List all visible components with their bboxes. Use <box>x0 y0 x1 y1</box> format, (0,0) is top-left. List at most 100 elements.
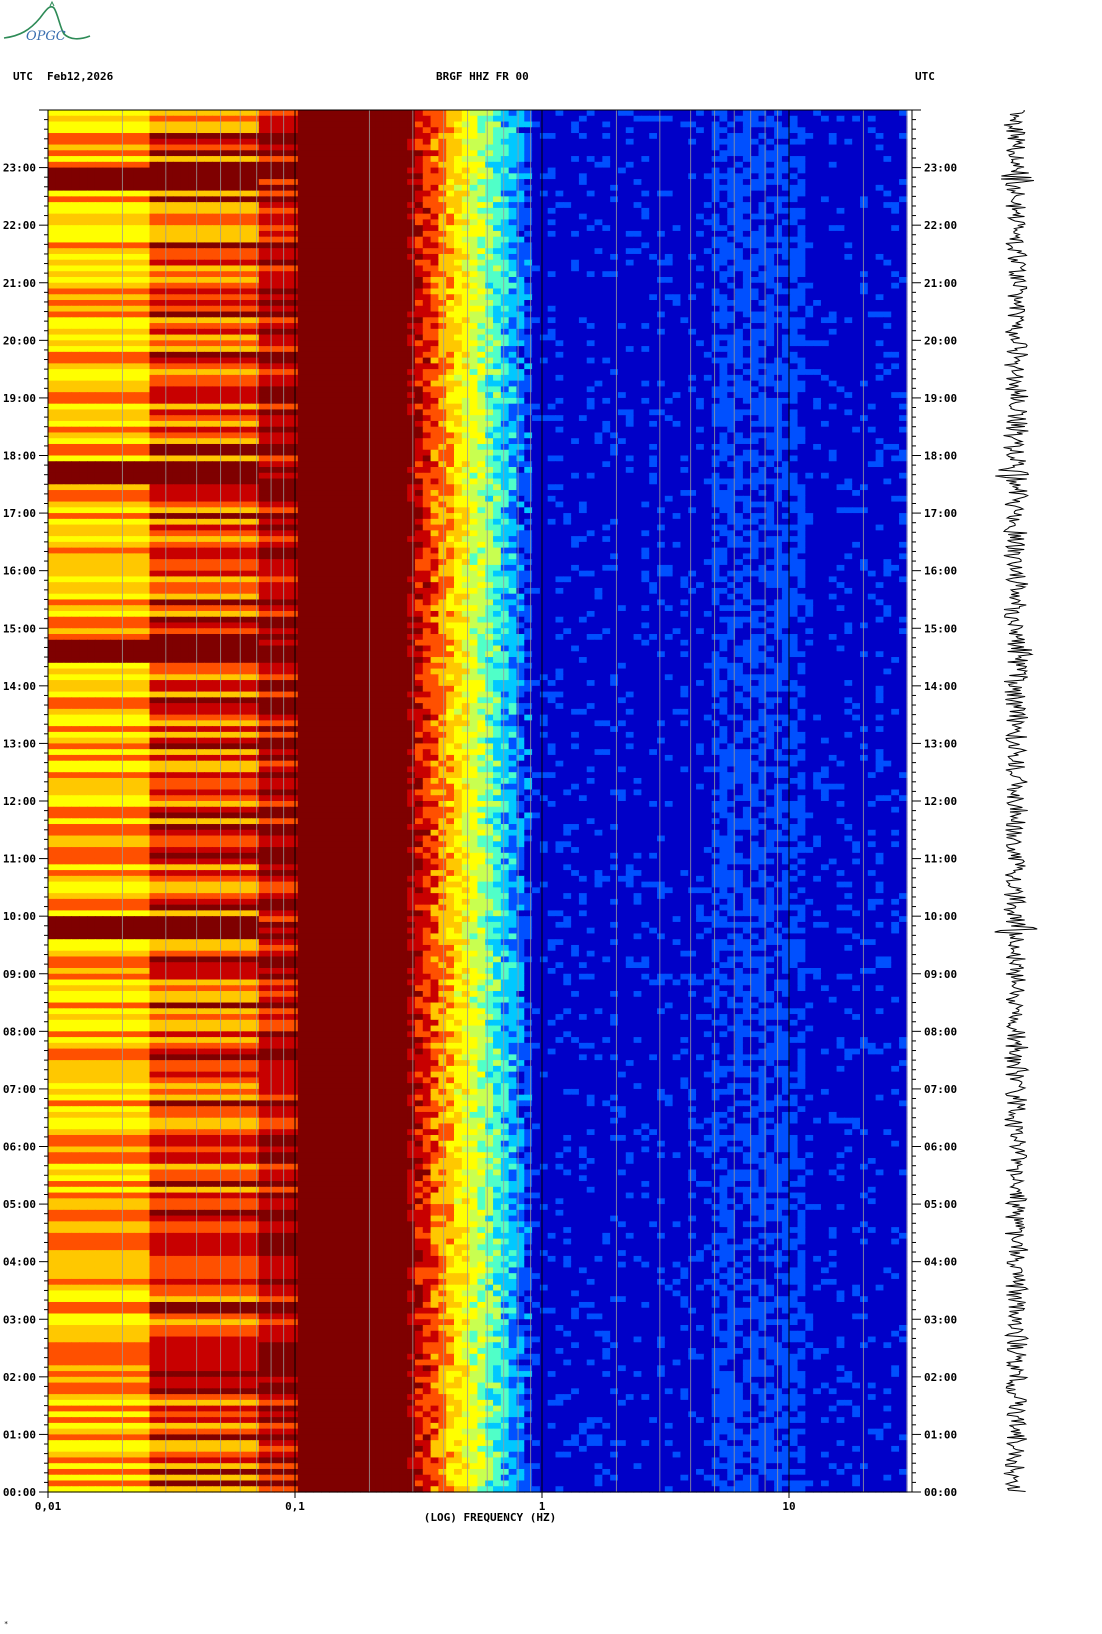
heatmap-cell <box>703 230 713 238</box>
heatmap-cell <box>321 317 330 324</box>
heatmap-cell <box>719 242 728 249</box>
heatmap-cell <box>258 253 268 261</box>
heatmap-cell <box>860 156 869 163</box>
heatmap-cell <box>774 276 783 284</box>
heatmap-cell <box>383 213 393 221</box>
heatmap-cell <box>883 179 892 186</box>
heatmap-cell <box>633 294 642 301</box>
heatmap-cell <box>500 253 510 261</box>
heatmap-cell <box>836 276 845 284</box>
heatmap-cell <box>860 305 869 313</box>
heatmap-cell <box>532 127 541 134</box>
heatmap-cell <box>563 225 572 232</box>
heatmap-cell <box>813 363 822 370</box>
heatmap-cell <box>243 110 252 117</box>
heatmap-cell <box>227 259 236 267</box>
heatmap-cell <box>836 363 845 370</box>
heatmap-cell <box>329 184 338 192</box>
heatmap-cell <box>594 225 603 232</box>
heatmap-cell <box>602 346 611 353</box>
heatmap-cell <box>243 253 252 261</box>
heatmap-cell <box>196 230 205 238</box>
heatmap-cell <box>329 127 338 134</box>
heatmap-cell <box>79 161 88 169</box>
heatmap-cell <box>352 282 361 290</box>
heatmap-cell <box>297 242 307 249</box>
heatmap-cell <box>493 271 502 278</box>
heatmap-cell <box>649 259 658 267</box>
heatmap-cell <box>297 115 307 123</box>
heatmap-cell <box>196 288 205 295</box>
heatmap-cell <box>336 219 346 226</box>
heatmap-cell <box>375 213 385 221</box>
heatmap-cell <box>750 219 760 226</box>
heatmap-cell <box>102 133 112 140</box>
heatmap-cell <box>539 248 549 255</box>
heatmap-cell <box>813 173 822 180</box>
heatmap-cell <box>797 300 806 307</box>
heatmap-cell <box>446 346 455 353</box>
heatmap-cell <box>820 259 830 267</box>
heatmap-cell <box>742 127 752 134</box>
heatmap-cell <box>204 213 213 221</box>
heatmap-cell <box>586 363 596 370</box>
heatmap-cell <box>672 179 682 186</box>
heatmap-cell <box>703 334 713 341</box>
heatmap-cell <box>352 230 361 238</box>
heatmap-cell <box>196 317 205 324</box>
heatmap-cell <box>172 236 182 244</box>
heatmap-cell <box>141 115 151 123</box>
heatmap-cell <box>508 144 518 151</box>
heatmap-cell <box>719 248 728 255</box>
heatmap-cell <box>94 305 104 313</box>
heatmap-cell <box>539 346 549 353</box>
heatmap-cell <box>563 305 572 313</box>
heatmap-cell <box>563 196 572 203</box>
heatmap-cell <box>696 110 705 117</box>
heatmap-cell <box>188 271 197 278</box>
heatmap-cell <box>321 138 330 146</box>
heatmap-cell <box>133 121 143 128</box>
heatmap-cell <box>602 288 611 295</box>
heatmap-cell <box>860 311 869 318</box>
heatmap-cell <box>696 248 705 255</box>
heatmap-cell <box>63 110 73 117</box>
heatmap-cell <box>532 207 541 215</box>
heatmap-cell <box>641 323 650 330</box>
heatmap-cell <box>235 282 244 290</box>
heatmap-cell <box>477 351 486 359</box>
heatmap-cell <box>758 282 767 290</box>
heatmap-cell <box>407 340 416 347</box>
heatmap-cell <box>454 276 463 284</box>
heatmap-cell <box>383 363 393 370</box>
heatmap-cell <box>719 144 728 151</box>
heatmap-cell <box>586 300 596 307</box>
heatmap-cell <box>375 161 385 169</box>
heatmap-cell <box>875 282 885 290</box>
heatmap-cell <box>680 328 689 336</box>
heatmap-cell <box>500 115 510 123</box>
heatmap-cell <box>297 127 307 134</box>
heatmap-cell <box>157 363 166 370</box>
heatmap-cell <box>102 127 112 134</box>
heatmap-cell <box>672 357 682 364</box>
heatmap-cell <box>493 202 502 209</box>
heatmap-cell <box>703 340 713 347</box>
heatmap-cell <box>469 357 479 364</box>
heatmap-cell <box>274 207 283 215</box>
heatmap-cell <box>352 369 361 376</box>
heatmap-cell <box>508 311 518 318</box>
heatmap-cell <box>836 236 845 244</box>
heatmap-cell <box>235 300 244 307</box>
heatmap-cell <box>500 346 510 353</box>
heatmap-cell <box>454 236 463 244</box>
heatmap-cell <box>87 288 96 295</box>
heatmap-cell <box>188 110 197 117</box>
heatmap-cell <box>657 351 666 359</box>
heatmap-cell <box>493 305 502 313</box>
heatmap-cell <box>243 265 252 272</box>
heatmap-cell <box>602 190 611 197</box>
heatmap-cell <box>883 133 892 140</box>
heatmap-cell <box>844 323 853 330</box>
heatmap-cell <box>297 317 307 324</box>
